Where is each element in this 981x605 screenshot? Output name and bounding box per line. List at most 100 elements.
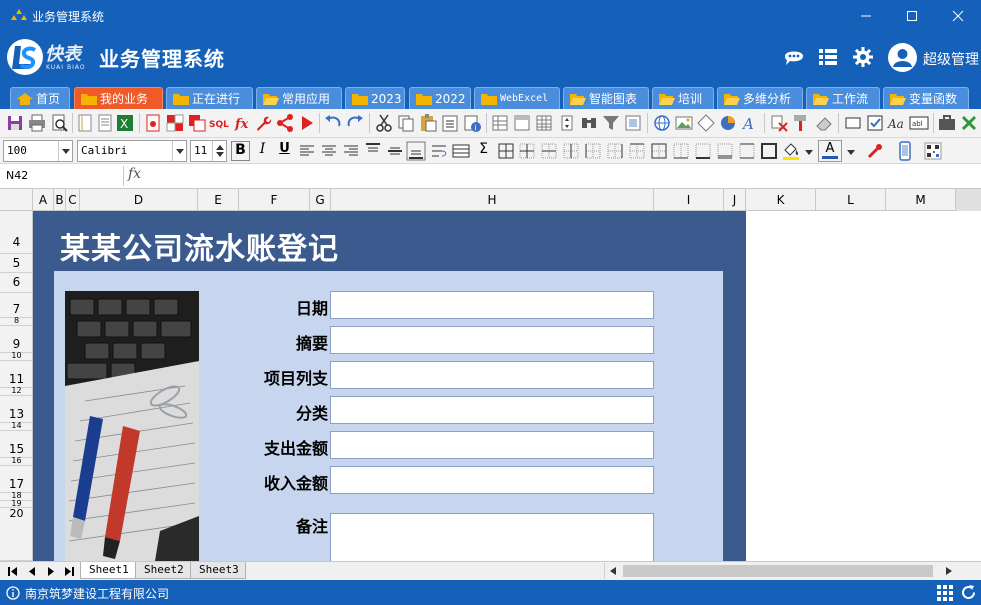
table-grid-icon[interactable] [490, 113, 510, 133]
qr-code-icon[interactable] [923, 141, 943, 161]
refresh-icon[interactable] [960, 584, 977, 601]
column-header[interactable]: A [33, 189, 54, 211]
message-icon[interactable] [783, 46, 805, 68]
sheet-tab[interactable]: Sheet1 [80, 562, 136, 579]
row-header[interactable]: 8 [0, 317, 32, 326]
border-right-icon[interactable] [605, 141, 625, 161]
align-top-icon[interactable] [363, 141, 383, 161]
row-header[interactable]: 12 [0, 387, 32, 396]
align-center-icon[interactable] [319, 141, 339, 161]
tab-smart-charts[interactable]: 智能图表 [563, 87, 649, 109]
tab-2023[interactable]: 2023 [345, 87, 405, 109]
cut-icon[interactable] [374, 113, 394, 133]
paste-special-icon[interactable] [440, 113, 460, 133]
border-double-bottom-icon[interactable] [715, 141, 735, 161]
border-box-icon[interactable] [759, 141, 779, 161]
tab-common-apps[interactable]: 常用应用 [256, 87, 342, 109]
column-header[interactable]: J [724, 189, 746, 211]
tab-webexcel[interactable]: WebExcel [474, 87, 560, 109]
sql-icon[interactable]: SQL [208, 113, 230, 133]
data-form-icon[interactable] [623, 113, 643, 133]
category-field[interactable] [330, 396, 654, 424]
list-icon[interactable] [817, 46, 839, 68]
row-header[interactable]: 5 [0, 254, 32, 273]
freeze-pane-icon[interactable] [512, 113, 532, 133]
column-header[interactable]: H [331, 189, 654, 211]
border-thick-bottom-icon[interactable] [693, 141, 713, 161]
tab-multidim-analysis[interactable]: 多维分析 [717, 87, 803, 109]
column-header[interactable]: B [54, 189, 66, 211]
wrench-icon[interactable] [253, 113, 273, 133]
eraser-icon[interactable] [814, 113, 834, 133]
border-left-icon[interactable] [583, 141, 603, 161]
page-setup-icon[interactable] [75, 113, 95, 133]
font-size-select[interactable]: 11 [190, 140, 227, 162]
tab-home[interactable]: 首页 [10, 87, 70, 109]
border-vertical-icon[interactable] [561, 141, 581, 161]
zoom-select[interactable]: 100 [3, 140, 73, 162]
row-header[interactable]: 14 [0, 422, 32, 431]
column-header[interactable]: I [654, 189, 724, 211]
border-outside-icon[interactable] [649, 141, 669, 161]
row-header[interactable]: 6 [0, 273, 32, 293]
shape-icon[interactable] [696, 113, 716, 133]
wrap-text-icon[interactable] [429, 141, 449, 161]
tab-training[interactable]: 培训 [652, 87, 714, 109]
column-header[interactable]: C [66, 189, 80, 211]
column-header[interactable]: F [239, 189, 310, 211]
username[interactable]: 超级管理 [923, 49, 979, 69]
scroll-left-icon[interactable] [610, 567, 616, 575]
underline-button[interactable]: U [275, 141, 294, 161]
border-top-icon[interactable] [627, 141, 647, 161]
format-painter-icon[interactable] [791, 113, 811, 133]
column-header[interactable]: M [886, 189, 956, 211]
label-icon[interactable]: Aa [887, 113, 907, 133]
expense-amount-field[interactable] [330, 431, 654, 459]
image-icon[interactable] [674, 113, 694, 133]
fill-color-icon[interactable] [781, 141, 801, 161]
gear-icon[interactable] [852, 46, 874, 68]
document-red-icon[interactable] [143, 113, 163, 133]
column-header[interactable]: D [80, 189, 198, 211]
function-icon[interactable]: fx [232, 113, 252, 133]
italic-button[interactable]: I [253, 141, 272, 161]
clear-format-icon[interactable] [769, 113, 789, 133]
eyedropper-icon[interactable] [865, 141, 885, 161]
close-button[interactable] [935, 0, 981, 32]
row-header[interactable]: 10 [0, 352, 32, 361]
info-icon[interactable]: i [462, 113, 482, 133]
notes-field[interactable] [330, 513, 654, 561]
pie-chart-icon[interactable] [718, 113, 738, 133]
prev-sheet-button[interactable] [24, 564, 40, 578]
border-bottom-icon[interactable] [671, 141, 691, 161]
tab-2022[interactable]: 2022 [409, 87, 471, 109]
border-top-bottom-icon[interactable] [737, 141, 757, 161]
row-header[interactable]: 20 [0, 508, 32, 561]
column-header[interactable]: E [198, 189, 239, 211]
font-color-button[interactable]: A [818, 140, 842, 162]
checkbox-icon[interactable] [865, 113, 885, 133]
textbox-icon[interactable] [843, 113, 863, 133]
cells-icon[interactable] [165, 113, 185, 133]
copy-icon[interactable] [396, 113, 416, 133]
grid-lines-icon[interactable] [534, 113, 554, 133]
last-sheet-button[interactable] [61, 564, 77, 578]
save-icon[interactable] [5, 113, 25, 133]
tab-my-business[interactable]: 我的业务 [74, 87, 163, 109]
scrollbar-thumb[interactable] [623, 565, 933, 577]
border-inner-icon[interactable] [517, 141, 537, 161]
tab-in-progress[interactable]: 正在进行 [166, 87, 253, 109]
row-header[interactable]: 17 [0, 466, 32, 493]
filter-icon[interactable] [601, 113, 621, 133]
column-header[interactable]: K [746, 189, 816, 211]
column-header[interactable]: L [816, 189, 886, 211]
row-header[interactable]: 15 [0, 431, 32, 458]
function-label[interactable]: fx [128, 166, 141, 182]
excel-icon[interactable]: X [115, 113, 135, 133]
align-right-icon[interactable] [341, 141, 361, 161]
user-avatar[interactable] [888, 43, 917, 72]
find-icon[interactable] [579, 113, 599, 133]
paste-icon[interactable] [418, 113, 438, 133]
formula-input[interactable] [150, 166, 978, 186]
sheet-tab[interactable]: Sheet3 [190, 562, 246, 579]
